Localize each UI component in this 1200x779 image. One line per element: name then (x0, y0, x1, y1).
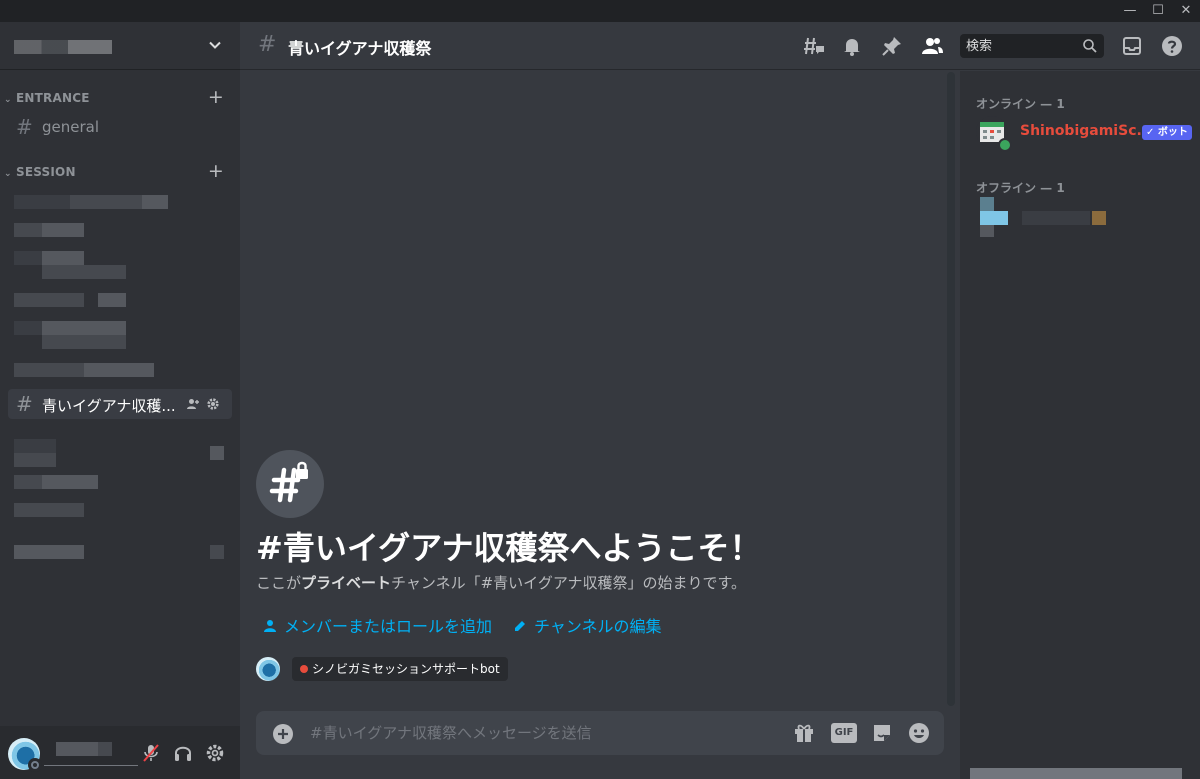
member-name: ShinobigamiSc... (1020, 123, 1153, 139)
online-status-indicator (998, 138, 1012, 152)
add-members-link[interactable]: メンバーまたはロールを追加 (262, 613, 493, 636)
add-member-icon[interactable] (186, 397, 200, 411)
private-channel-icon (256, 450, 324, 518)
add-channel-icon[interactable]: + (208, 88, 224, 107)
add-attachment-icon[interactable] (272, 723, 294, 745)
username-redacted[interactable] (44, 740, 138, 766)
private-hash-icon: # (16, 392, 33, 416)
search-box[interactable] (960, 34, 1104, 58)
link-label: メンバーまたはロールを追加 (284, 617, 493, 636)
private-hash-icon (269, 461, 308, 503)
maximize-button[interactable]: ☐ (1144, 0, 1172, 22)
role-color-dot (300, 665, 308, 673)
page-title: 青いイグアナ収穫祭 (288, 39, 432, 58)
bot-avatar[interactable] (256, 657, 280, 681)
channel-header: # 青いイグアナ収穫祭 (240, 22, 1200, 70)
channel-general[interactable]: # general (8, 112, 232, 142)
member-redacted[interactable] (968, 195, 1192, 237)
inbox-icon[interactable] (1120, 34, 1144, 58)
chevron-down-icon: ⌄ (4, 95, 12, 105)
message-list (240, 71, 960, 707)
search-icon (1083, 39, 1097, 53)
member-list-scrollbar[interactable] (970, 768, 1182, 779)
chevron-down-icon[interactable] (206, 36, 224, 54)
add-channel-icon[interactable]: + (208, 162, 224, 181)
welcome-description: ここがプライベートチャンネル「#青いイグアナ収穫祭」の始まりです。 (256, 572, 746, 593)
channel-aoi-iguana-harvest[interactable]: # 青いイグアナ収穫... (8, 389, 232, 419)
hash-icon: # (16, 115, 33, 139)
role-label: シノビガミセッションサポートbot (312, 662, 500, 676)
gif-button[interactable]: GIF (831, 723, 857, 743)
server-header[interactable] (0, 22, 240, 70)
edit-channel-link[interactable]: チャンネルの編集 (512, 613, 662, 636)
member-list-icon[interactable] (920, 34, 944, 58)
offline-header: オフライン — 1 (976, 181, 1065, 195)
gear-icon[interactable] (206, 397, 220, 411)
member-list: オンライン — 1 ShinobigamiSc... ✓ ボット オフライン —… (960, 71, 1200, 779)
desc-text: ここが (256, 574, 302, 592)
help-icon[interactable] (1160, 34, 1184, 58)
pin-icon[interactable] (880, 34, 904, 58)
welcome-title: #青いイグアナ収穫祭へようこそ！ (256, 529, 762, 567)
minimize-button[interactable]: — (1116, 0, 1144, 22)
member-bot[interactable]: ShinobigamiSc... ✓ ボット (968, 111, 1192, 153)
threads-icon[interactable] (802, 34, 826, 58)
messages-scrollbar[interactable] (947, 72, 955, 706)
chevron-down-icon: ⌄ (4, 169, 12, 179)
role-tag[interactable]: シノビガミセッションサポートbot (292, 657, 508, 681)
search-input[interactable] (960, 34, 1078, 58)
category-entrance[interactable]: ⌄ ENTRANCE + (4, 88, 232, 108)
message-composer: GIF (256, 711, 944, 755)
category-session[interactable]: ⌄ SESSION + (4, 162, 232, 182)
private-hash-icon: # (258, 32, 277, 57)
pencil-icon (515, 621, 525, 631)
gift-icon[interactable] (792, 721, 816, 745)
bot-badge: ✓ ボット (1142, 125, 1192, 140)
mute-microphone-icon[interactable] (140, 742, 162, 764)
headphones-icon[interactable] (172, 742, 194, 764)
message-input[interactable] (310, 711, 770, 755)
sticker-icon[interactable] (870, 721, 894, 745)
user-add-icon (264, 620, 276, 632)
online-header: オンライン — 1 (976, 97, 1065, 111)
user-settings-gear-icon[interactable] (204, 742, 226, 764)
emoji-icon[interactable] (907, 721, 931, 745)
link-label: チャンネルの編集 (534, 617, 662, 636)
desc-text: チャンネル「#青いイグアナ収穫祭」の始まりです。 (391, 574, 747, 592)
category-label: SESSION (16, 165, 76, 179)
server-name-redacted (14, 40, 112, 54)
desc-bold: プライベート (301, 574, 392, 592)
channel-sidebar: ⌄ ENTRANCE + # general ⌄ SESSION + # 青いイ… (0, 22, 240, 779)
bell-icon[interactable] (840, 34, 864, 58)
user-panel (0, 726, 240, 779)
close-button[interactable]: ✕ (1172, 0, 1200, 22)
channel-label: general (42, 118, 100, 136)
channel-label: 青いイグアナ収穫... (42, 397, 176, 415)
status-indicator (28, 758, 42, 772)
window-titlebar: — ☐ ✕ (0, 0, 1200, 22)
category-label: ENTRANCE (16, 91, 90, 105)
